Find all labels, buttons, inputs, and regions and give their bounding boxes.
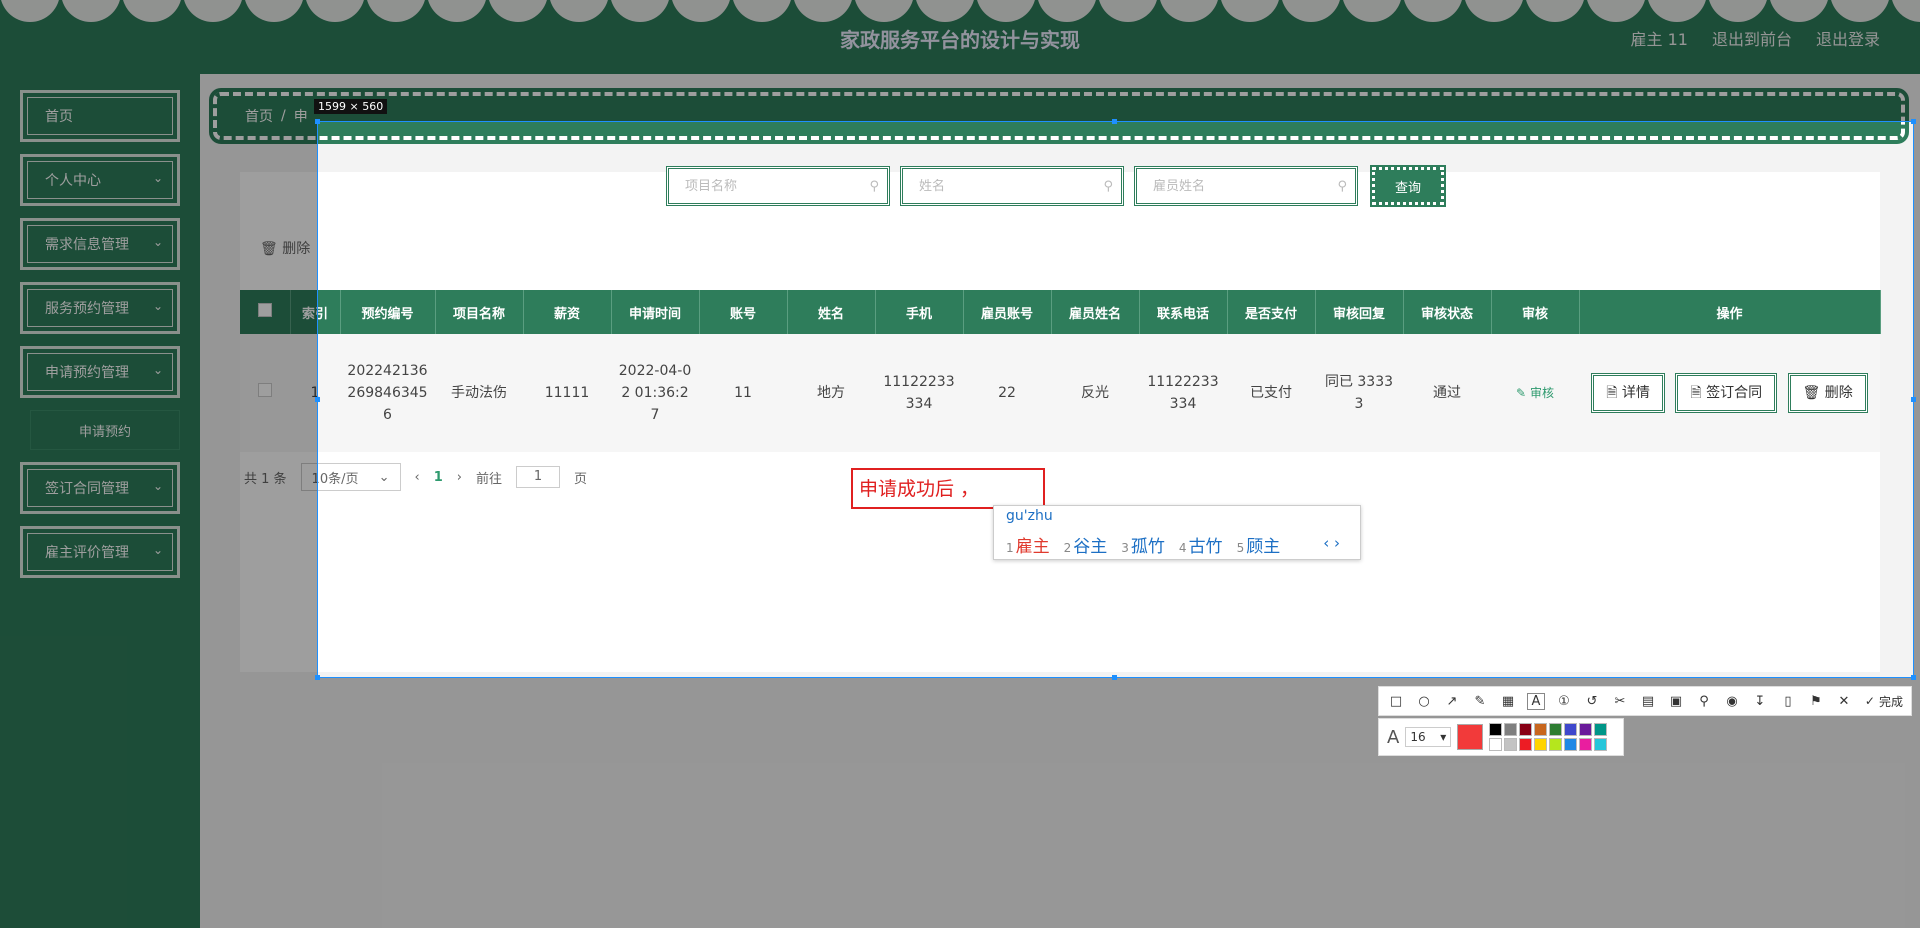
color-swatch[interactable] [1489,723,1503,736]
ime-candidate-text: 顾主 [1246,537,1281,557]
ellipse-tool-icon[interactable]: ○ [1415,694,1433,709]
resize-handle[interactable] [1911,397,1916,402]
color-swatch[interactable] [1579,723,1593,736]
font-size-select[interactable]: 16 ▾ [1405,727,1452,747]
ime-candidate-number: 5 [1236,541,1245,555]
resize-handle[interactable] [315,397,320,402]
color-swatch[interactable] [1594,738,1608,751]
ime-candidate-window: gu'zhu 1 雇主 2 谷主 3 孤竹 4 古竹 5 顾主 ‹ › [993,505,1361,560]
ime-candidate-number: 3 [1121,541,1129,555]
ime-candidate-text: 孤竹 [1130,537,1165,557]
arrow-tool-icon[interactable]: ↗ [1443,694,1461,709]
ime-candidate-text: 雇主 [1015,537,1050,557]
check-icon: ✓ [1864,694,1875,708]
ime-pinyin: gu'zhu [1006,508,1053,524]
bookmark-icon[interactable]: ⚑ [1807,694,1825,709]
color-swatch[interactable] [1519,723,1533,736]
resize-handle[interactable] [315,119,320,124]
rectangle-tool-icon[interactable]: □ [1387,694,1405,709]
color-swatch[interactable] [1504,738,1518,751]
ime-candidate[interactable]: 1 雇主 [1006,532,1050,557]
ime-candidate[interactable]: 3 孤竹 [1121,532,1165,557]
text-style-toolbar: A 16 ▾ [1378,718,1624,756]
font-icon: A [1387,726,1400,748]
text-tool-icon[interactable]: A [1527,692,1545,710]
color-swatch[interactable] [1564,723,1578,736]
pen-tool-icon[interactable]: ✎ [1471,694,1489,709]
resize-handle[interactable] [315,675,320,680]
capture-dim-right [1914,121,1920,928]
ime-candidate-text: 古竹 [1188,537,1223,557]
text-annotation[interactable]: 申请成功后 ， [851,468,1045,509]
current-color-swatch[interactable] [1457,724,1484,750]
mosaic-tool-icon[interactable]: ▦ [1499,694,1517,709]
dropdown-icon: ▾ [1440,730,1447,744]
font-size-value: 16 [1410,730,1426,744]
ime-candidate-number: 4 [1178,541,1187,555]
color-swatch[interactable] [1504,723,1518,736]
color-swatch[interactable] [1564,738,1578,751]
done-label: 完成 [1878,694,1903,709]
scan-icon[interactable]: ▣ [1667,694,1685,709]
capture-size-label: 1599 × 560 [314,99,388,114]
number-tool-icon[interactable]: ① [1555,694,1573,709]
pin-icon[interactable]: ⚲ [1695,694,1713,709]
resize-handle[interactable] [1911,119,1916,124]
capture-dim-top [0,0,1920,121]
ocr-icon[interactable]: ▤ [1639,694,1657,709]
capture-selection[interactable] [317,121,1914,678]
resize-handle[interactable] [1911,675,1916,680]
ime-candidate[interactable]: 2 谷主 [1064,532,1108,557]
color-palette [1489,723,1608,751]
capture-toolbar: □ ○ ↗ ✎ ▦ A ① ↺ ✂ ▤ ▣ ⚲ ◉ ↧ ▯ ⚑ ✕ ✓ 完成 [1378,686,1912,716]
color-swatch[interactable] [1519,738,1533,751]
done-button[interactable]: ✓ 完成 [1865,693,1903,710]
ime-candidate-number: 2 [1063,541,1072,555]
resize-handle[interactable] [1112,119,1117,124]
color-swatch[interactable] [1534,738,1548,751]
resize-handle[interactable] [1112,675,1117,680]
ime-prev-icon[interactable]: ‹ [1323,534,1329,552]
record-icon[interactable]: ◉ [1723,694,1741,709]
color-swatch[interactable] [1549,738,1563,751]
phone-icon[interactable]: ▯ [1779,694,1797,709]
ime-candidate[interactable]: 5 顾主 [1237,532,1281,557]
ime-candidate-number: 1 [1006,541,1014,555]
undo-icon[interactable]: ↺ [1583,694,1601,709]
color-swatch[interactable] [1549,723,1563,736]
ime-candidate-text: 谷主 [1073,537,1108,557]
capture-dim-left [0,121,317,928]
cut-icon[interactable]: ✂ [1611,694,1629,709]
color-swatch[interactable] [1534,723,1548,736]
color-swatch[interactable] [1579,738,1593,751]
color-swatch[interactable] [1594,723,1608,736]
close-icon[interactable]: ✕ [1835,694,1853,709]
color-swatch[interactable] [1489,738,1503,751]
ime-candidate[interactable]: 4 古竹 [1179,532,1223,557]
download-icon[interactable]: ↧ [1751,694,1769,709]
ime-next-icon[interactable]: › [1334,534,1340,552]
